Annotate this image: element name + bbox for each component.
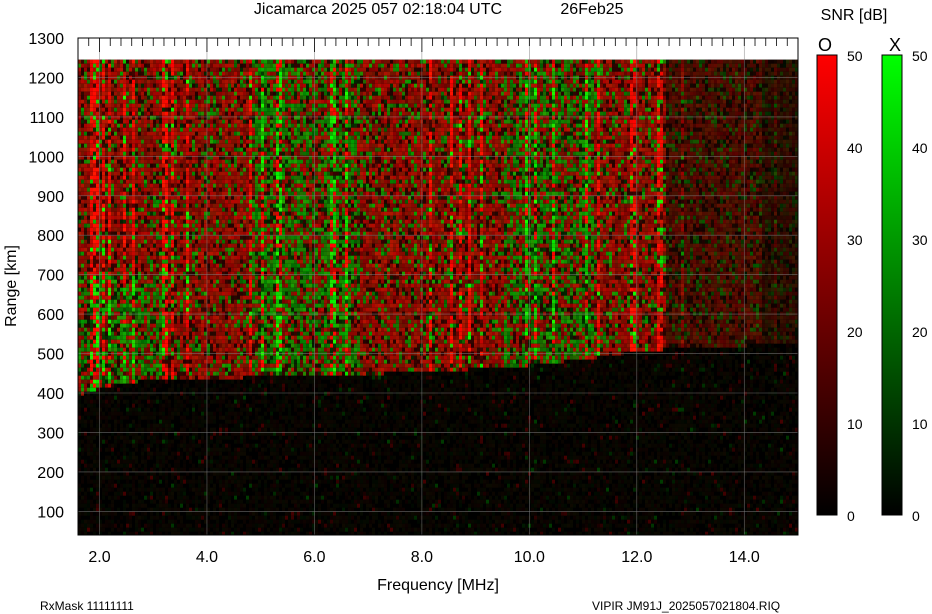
file-name-label: VIPIR JM91J_2025057021804.RIQ	[592, 599, 780, 613]
colorbar-x-tick-30: 30	[912, 232, 928, 248]
x-tick-label-4.0: 4.0	[196, 549, 218, 566]
colorbar-x-tick-0: 0	[912, 508, 920, 524]
colorbar-o-tick-0: 0	[847, 508, 855, 524]
x-tick-labels: 2.0 4.0 6.0 8.0 10.0 12.0 14.0	[88, 549, 760, 566]
ionogram-chart: Jicamarca 2025 057 02:18:04 UTC 26Feb25 …	[3, 1, 928, 613]
y-tick-label-600: 600	[37, 307, 64, 324]
chart-title: Jicamarca 2025 057 02:18:04 UTC	[254, 1, 502, 18]
colorbar-o-tick-10: 10	[847, 416, 863, 432]
y-tick-label-100: 100	[37, 504, 64, 521]
x-tick-label-14.0: 14.0	[729, 549, 760, 566]
heatmap-cells	[78, 38, 798, 535]
rx-mask-label: RxMask 11111111	[40, 599, 134, 613]
y-tick-label-1300: 1300	[28, 31, 64, 48]
colorbar-o-tick-40: 40	[847, 140, 863, 156]
colorbar-title: SNR [dB]	[821, 7, 888, 24]
y-tick-label-300: 300	[37, 425, 64, 442]
y-tick-label-1100: 1100	[30, 110, 65, 127]
colorbar-x	[881, 54, 903, 516]
x-tick-label-12.0: 12.0	[621, 549, 652, 566]
colorbar-o-tick-30: 30	[847, 232, 863, 248]
y-tick-label-200: 200	[37, 465, 64, 482]
colorbar-x-tick-40: 40	[912, 140, 928, 156]
colorbar-x-tick-10: 10	[912, 416, 928, 432]
y-tick-labels: 100 200 300 400 500 600 700 800 900 1000 1100 1200 1…	[28, 31, 64, 521]
y-tick-label-800: 800	[37, 228, 64, 245]
chart-date: 26Feb25	[560, 1, 623, 18]
colorbar-o-tick-20: 20	[847, 324, 863, 340]
y-tick-label-400: 400	[37, 386, 64, 403]
x-tick-label-10.0: 10.0	[514, 549, 545, 566]
y-tick-label-1000: 1000	[28, 149, 64, 166]
y-tick-label-900: 900	[37, 189, 64, 206]
y-axis-label: Range [km]	[3, 245, 20, 327]
colorbar-x-label: X	[889, 35, 901, 55]
x-tick-label-6.0: 6.0	[303, 549, 325, 566]
x-tick-label-2.0: 2.0	[88, 549, 110, 566]
colorbar-o	[816, 54, 838, 516]
y-tick-label-700: 700	[37, 268, 64, 285]
y-tick-label-1200: 1200	[28, 70, 64, 87]
colorbar-x-tick-50: 50	[912, 48, 928, 64]
x-axis-label: Frequency [MHz]	[377, 577, 499, 594]
colorbar-o-tick-50: 50	[847, 48, 863, 64]
colorbar-x-tick-20: 20	[912, 324, 928, 340]
colorbar-o-label: O	[818, 35, 832, 55]
x-tick-label-8.0: 8.0	[411, 549, 433, 566]
y-tick-label-500: 500	[37, 347, 64, 364]
